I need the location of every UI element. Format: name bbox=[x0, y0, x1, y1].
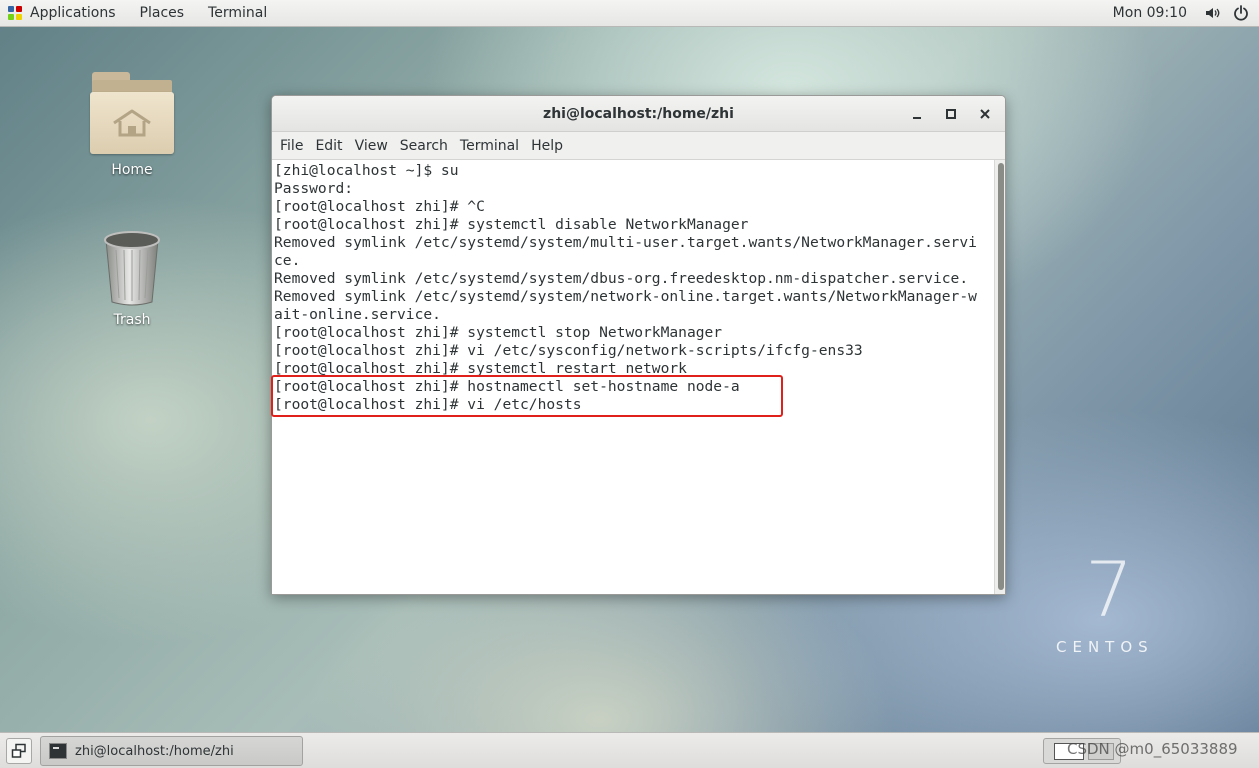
terminal-line: Removed symlink /etc/systemd/system/dbus… bbox=[274, 270, 969, 287]
terminal-output[interactable]: [zhi@localhost ~]$ su Password: [root@lo… bbox=[272, 160, 994, 594]
terminal-line: [root@localhost zhi]# ^C bbox=[274, 198, 485, 215]
menu-search[interactable]: Search bbox=[394, 138, 454, 154]
terminal-scrollbar[interactable] bbox=[994, 160, 1005, 594]
terminal-window[interactable]: zhi@localhost:/home/zhi File Edit View S… bbox=[271, 95, 1006, 595]
places-menu[interactable]: Places bbox=[128, 0, 197, 27]
terminal-app-menu[interactable]: Terminal bbox=[196, 0, 279, 27]
terminal-line: [root@localhost zhi]# vi /etc/hosts bbox=[274, 396, 582, 413]
menu-view[interactable]: View bbox=[349, 138, 394, 154]
terminal-icon bbox=[49, 743, 67, 759]
show-desktop-icon bbox=[11, 743, 26, 758]
applications-label: Applications bbox=[30, 5, 116, 21]
terminal-line: [root@localhost zhi]# systemctl stop Net… bbox=[274, 324, 723, 341]
show-desktop-button[interactable] bbox=[6, 738, 32, 764]
watermark: CSDN @m0_65033889 bbox=[1067, 740, 1238, 758]
maximize-icon bbox=[946, 109, 956, 119]
applications-menu[interactable]: Applications bbox=[0, 0, 128, 27]
terminal-app-label: Terminal bbox=[208, 5, 268, 21]
terminal-line: [root@localhost zhi]# systemctl restart … bbox=[274, 360, 687, 377]
terminal-line: ait-online.service. bbox=[274, 306, 441, 323]
centos-seven: 7 bbox=[1085, 556, 1127, 622]
terminal-line: Password: bbox=[274, 180, 354, 197]
top-bar: Applications Places Terminal Mon 09:10 bbox=[0, 0, 1259, 27]
close-button[interactable] bbox=[973, 102, 997, 126]
centos-logo-word: CENTOS bbox=[1056, 638, 1154, 656]
home-folder-icon bbox=[90, 72, 174, 156]
volume-icon[interactable] bbox=[1203, 3, 1223, 23]
maximize-button[interactable] bbox=[939, 102, 963, 126]
terminal-line: Removed symlink /etc/systemd/system/netw… bbox=[274, 288, 977, 305]
trash-icon bbox=[100, 228, 164, 306]
centos-logo-number: 7 bbox=[1083, 545, 1133, 634]
clock[interactable]: Mon 09:10 bbox=[1113, 5, 1203, 21]
desktop-trash[interactable]: Trash bbox=[77, 228, 187, 328]
applications-icon bbox=[8, 5, 23, 21]
terminal-line: ce. bbox=[274, 252, 301, 269]
home-label: Home bbox=[111, 162, 153, 178]
minimize-button[interactable] bbox=[905, 102, 929, 126]
scrollbar-thumb[interactable] bbox=[998, 163, 1004, 590]
terminal-line: Removed symlink /etc/systemd/system/mult… bbox=[274, 234, 977, 251]
close-icon bbox=[980, 109, 990, 119]
trash-label: Trash bbox=[113, 312, 151, 328]
menu-edit[interactable]: Edit bbox=[309, 138, 348, 154]
window-title: zhi@localhost:/home/zhi bbox=[543, 105, 734, 122]
terminal-line: [root@localhost zhi]# vi /etc/sysconfig/… bbox=[274, 342, 863, 359]
taskbar-terminal-window[interactable]: zhi@localhost:/home/zhi bbox=[40, 736, 303, 766]
terminal-line: [root@localhost zhi]# systemctl disable … bbox=[274, 216, 749, 233]
taskbar-task-label: zhi@localhost:/home/zhi bbox=[75, 743, 234, 759]
terminal-menubar: File Edit View Search Terminal Help bbox=[272, 132, 1005, 160]
menu-file[interactable]: File bbox=[274, 138, 309, 154]
places-label: Places bbox=[139, 5, 185, 21]
terminal-line: [root@localhost zhi]# hostnamectl set-ho… bbox=[274, 378, 740, 395]
minimize-icon bbox=[913, 117, 921, 119]
power-icon[interactable] bbox=[1231, 3, 1251, 23]
menu-terminal[interactable]: Terminal bbox=[454, 138, 525, 154]
desktop-home[interactable]: Home bbox=[77, 72, 187, 178]
window-titlebar[interactable]: zhi@localhost:/home/zhi bbox=[272, 96, 1005, 132]
menu-help[interactable]: Help bbox=[525, 138, 569, 154]
terminal-line: [zhi@localhost ~]$ su bbox=[274, 162, 459, 179]
